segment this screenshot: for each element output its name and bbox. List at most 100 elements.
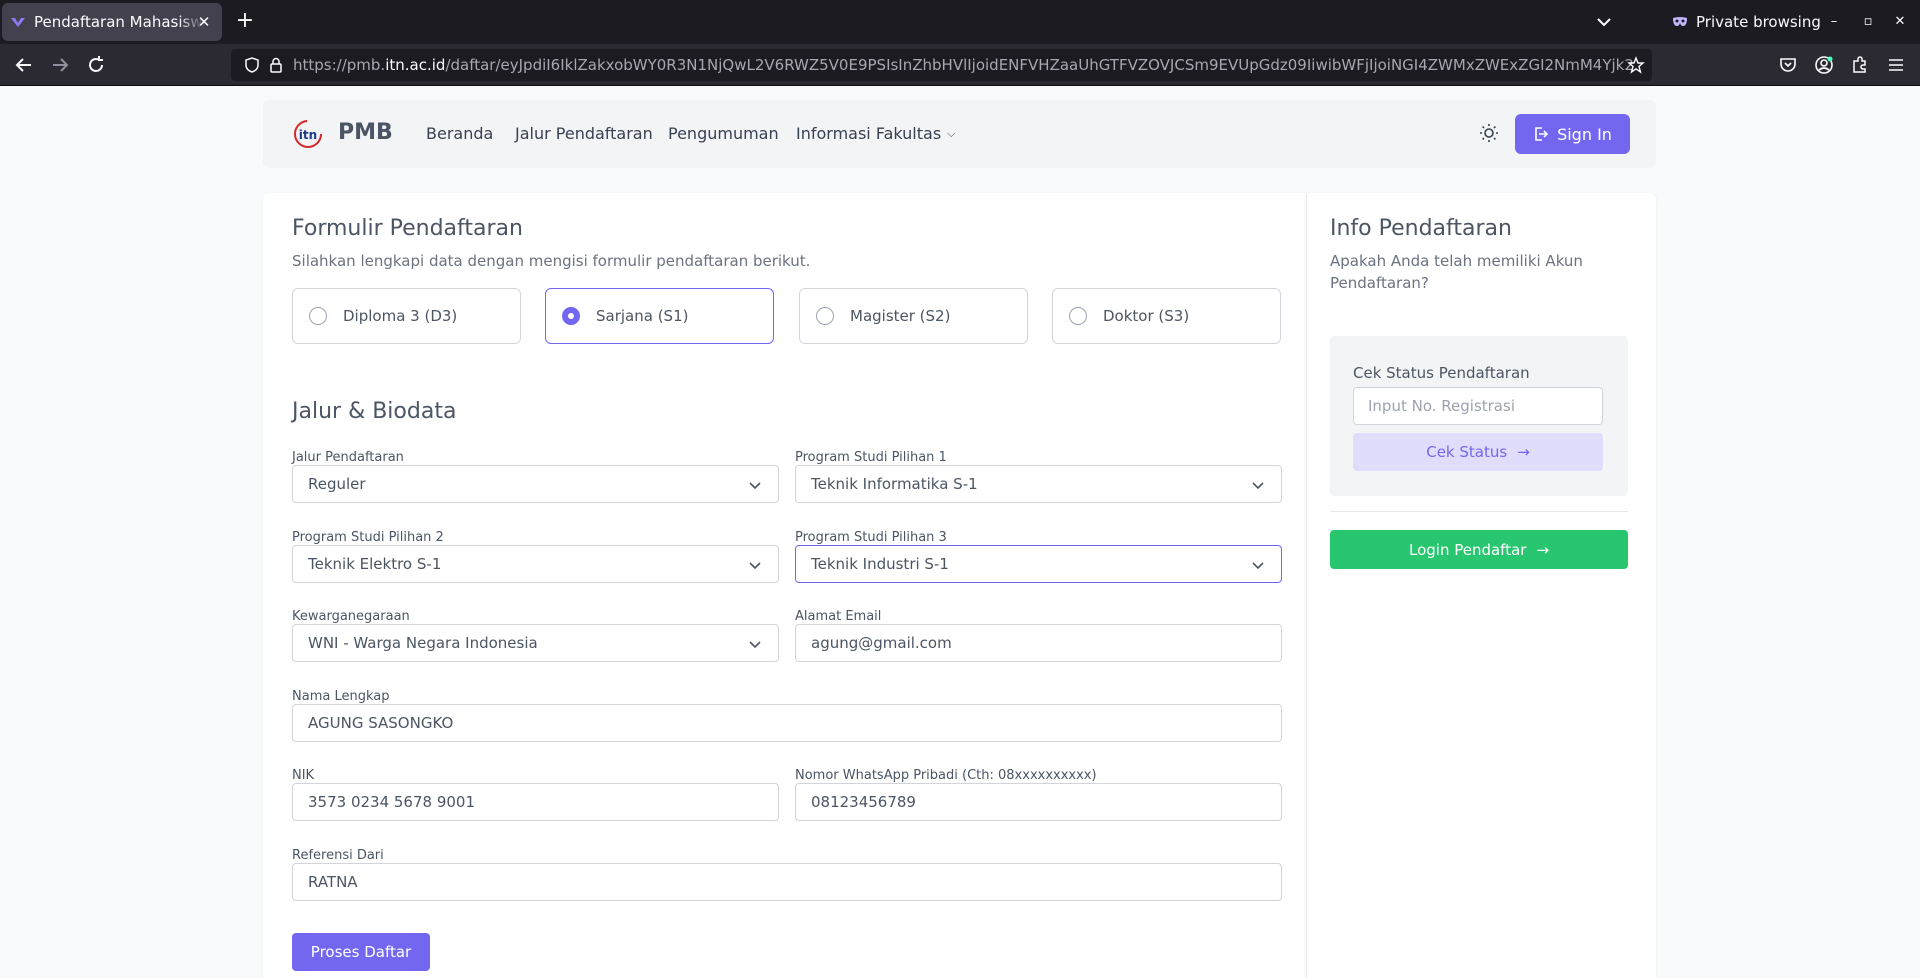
label-jalur: Jalur Pendaftaran (292, 450, 404, 465)
radio-s1[interactable] (562, 307, 580, 325)
login-pendaftar-button[interactable]: Login Pendaftar → (1330, 530, 1628, 569)
email-field[interactable]: agung@gmail.com (795, 624, 1282, 662)
chevron-down-icon (1252, 562, 1264, 570)
minimize-window-icon[interactable]: – (1824, 12, 1844, 32)
label-nama: Nama Lengkap (292, 689, 390, 704)
list-all-tabs-icon[interactable] (1592, 10, 1616, 34)
cek-status-panel: Cek Status Pendaftaran Input No. Registr… (1330, 336, 1628, 496)
chevron-down-icon (749, 482, 761, 490)
radio-s2[interactable] (816, 307, 834, 325)
tab-close-icon[interactable]: ✕ (194, 12, 214, 32)
referensi-field[interactable]: RATNA (292, 863, 1282, 901)
extensions-puzzle-icon[interactable] (1850, 55, 1870, 75)
sidebar-question-line1: Apakah Anda telah memiliki Akun (1330, 252, 1583, 270)
registration-form-card: Formulir Pendaftaran Silahkan lengkapi d… (263, 193, 1306, 978)
private-browsing-label: Private browsing (1696, 13, 1821, 31)
nik-field[interactable]: 3573 0234 5678 9001 (292, 783, 779, 821)
divider (1330, 511, 1628, 512)
forward-arrow-icon[interactable] (48, 53, 72, 77)
pocket-icon[interactable] (1778, 55, 1798, 75)
browser-tab-strip: Pendaftaran Mahasiswa Baru ✕ + Private b… (0, 0, 1920, 44)
page-content: itn PMB Beranda Jalur Pendaftaran Pengum… (0, 86, 1920, 978)
site-favicon-icon (11, 18, 25, 27)
new-tab-button[interactable]: + (232, 9, 258, 35)
itn-logo-icon[interactable]: itn (293, 119, 323, 149)
nama-lengkap-field[interactable]: AGUNG SASONGKO (292, 704, 1282, 742)
chevron-down-icon (749, 562, 761, 570)
lock-icon[interactable] (267, 56, 285, 74)
cek-status-button[interactable]: Cek Status → (1353, 433, 1603, 471)
sidebar-question-line2: Pendaftaran? (1330, 274, 1429, 292)
label-email: Alamat Email (795, 609, 882, 624)
chevron-down-icon (1252, 482, 1264, 490)
chevron-down-icon (749, 641, 761, 649)
back-arrow-icon[interactable] (12, 53, 36, 77)
reload-icon[interactable] (84, 53, 108, 77)
whatsapp-field[interactable]: 08123456789 (795, 783, 1282, 821)
select-jalur-value: Reguler (308, 475, 366, 493)
cek-status-label: Cek Status Pendaftaran (1353, 364, 1530, 382)
label-prodi2: Program Studi Pilihan 2 (292, 530, 444, 545)
tracking-shield-icon[interactable] (243, 56, 261, 74)
private-browsing-indicator: Private browsing (1672, 0, 1821, 44)
select-prodi-pilihan-1[interactable]: Teknik Informatika S-1 (795, 465, 1282, 503)
label-prodi3: Program Studi Pilihan 3 (795, 530, 947, 545)
arrow-right-icon: → (1536, 540, 1550, 559)
nav-pengumuman[interactable]: Pengumuman (668, 124, 779, 143)
select-prodi3-value: Teknik Industri S-1 (811, 555, 949, 573)
select-prodi-pilihan-2[interactable]: Teknik Elektro S-1 (292, 545, 779, 583)
svg-text:itn: itn (299, 128, 317, 142)
sign-in-button[interactable]: Sign In (1515, 114, 1630, 154)
section-title-jalur-biodata: Jalur & Biodata (292, 399, 457, 424)
app-menu-icon[interactable] (1886, 55, 1906, 75)
degree-label-s3: Doktor (S3) (1103, 307, 1190, 325)
tab-title: Pendaftaran Mahasiswa Baru (34, 13, 204, 31)
account-icon[interactable] (1814, 55, 1834, 75)
sign-in-label: Sign In (1557, 124, 1612, 144)
select-prodi-pilihan-3[interactable]: Teknik Industri S-1 (795, 545, 1282, 583)
nav-jalur-pendaftaran[interactable]: Jalur Pendaftaran (515, 124, 653, 143)
sidebar-title: Info Pendaftaran (1330, 216, 1512, 241)
degree-option-s1[interactable]: Sarjana (S1) (545, 288, 774, 344)
select-jalur-pendaftaran[interactable]: Reguler (292, 465, 779, 503)
degree-label-d3: Diploma 3 (D3) (343, 307, 458, 325)
select-prodi1-value: Teknik Informatika S-1 (811, 475, 978, 493)
nav-beranda[interactable]: Beranda (426, 124, 493, 143)
site-header: itn PMB Beranda Jalur Pendaftaran Pengum… (263, 100, 1656, 168)
arrow-right-icon: → (1517, 443, 1530, 461)
chevron-down-icon: ⌵ (947, 127, 956, 140)
nav-informasi-fakultas[interactable]: Informasi Fakultas ⌵ (796, 124, 956, 143)
radio-d3[interactable] (309, 307, 327, 325)
radio-s3[interactable] (1069, 307, 1087, 325)
theme-toggle-sun-icon[interactable] (1478, 122, 1500, 144)
address-bar[interactable]: https://pmb.itn.ac.id/daftar/eyJpdiI6Ikl… (231, 49, 1652, 81)
info-pendaftaran-card: Info Pendaftaran Apakah Anda telah memil… (1306, 193, 1656, 978)
select-prodi2-value: Teknik Elektro S-1 (308, 555, 442, 573)
form-subtitle: Silahkan lengkapi data dengan mengisi fo… (292, 252, 811, 270)
login-pendaftar-label: Login Pendaftar (1408, 540, 1527, 559)
browser-tab[interactable]: Pendaftaran Mahasiswa Baru ✕ (2, 3, 222, 41)
degree-label-s2: Magister (S2) (850, 307, 951, 325)
degree-option-s2[interactable]: Magister (S2) (799, 288, 1028, 344)
nav-informasi-fakultas-label: Informasi Fakultas (796, 124, 942, 143)
select-kewarganegaraan[interactable]: WNI - Warga Negara Indonesia (292, 624, 779, 662)
degree-option-d3[interactable]: Diploma 3 (D3) (292, 288, 521, 344)
restore-window-icon[interactable]: ▫ (1858, 12, 1878, 32)
url-text[interactable]: https://pmb.itn.ac.id/daftar/eyJpdiI6Ikl… (293, 56, 1633, 74)
degree-label-s1: Sarjana (S1) (596, 307, 689, 325)
bookmark-star-icon[interactable] (1627, 56, 1645, 74)
label-whatsapp: Nomor WhatsApp Pribadi (Cth: 08xxxxxxxxx… (795, 768, 1097, 783)
cek-status-button-label: Cek Status (1426, 443, 1508, 461)
close-window-icon[interactable]: ✕ (1890, 12, 1910, 32)
browser-navigation-bar: https://pmb.itn.ac.id/daftar/eyJpdiI6Ikl… (0, 44, 1920, 86)
private-mask-icon (1673, 17, 1687, 26)
form-title: Formulir Pendaftaran (292, 216, 523, 241)
label-referensi: Referensi Dari (292, 848, 384, 863)
select-kewarganegaraan-value: WNI - Warga Negara Indonesia (308, 634, 538, 652)
degree-option-s3[interactable]: Doktor (S3) (1052, 288, 1281, 344)
label-nik: NIK (292, 768, 315, 783)
brand-name[interactable]: PMB (338, 120, 393, 145)
registration-number-input[interactable]: Input No. Registrasi (1353, 387, 1603, 425)
label-prodi1: Program Studi Pilihan 1 (795, 450, 947, 465)
proses-daftar-button[interactable]: Proses Daftar (292, 933, 430, 971)
